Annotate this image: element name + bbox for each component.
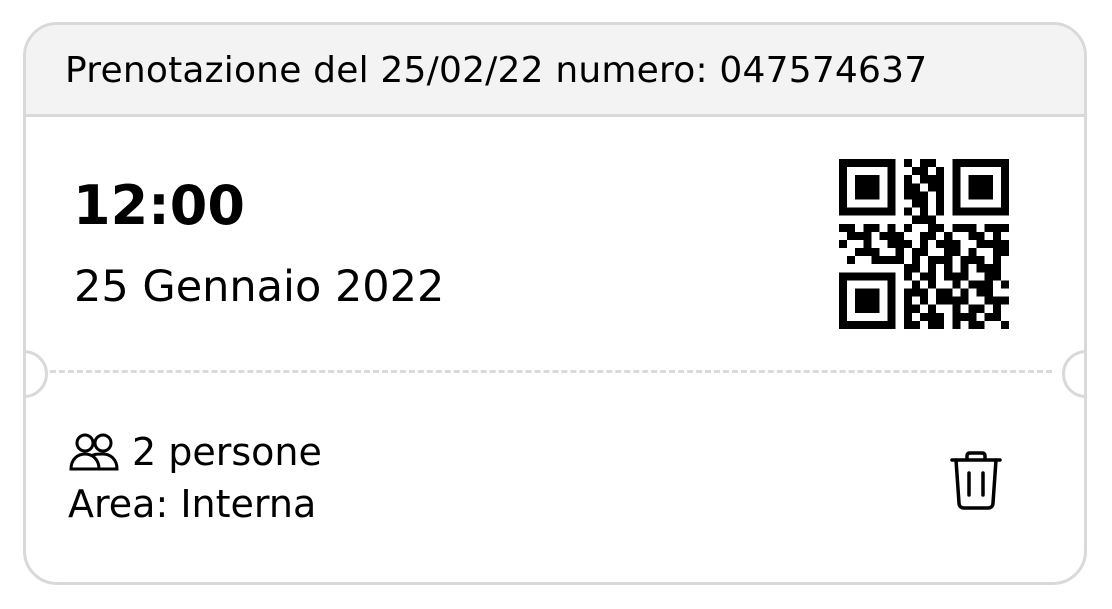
reservation-card: Prenotazione del 25/02/22 numero: 047574… (23, 22, 1087, 585)
reservation-date: 25 Gennaio 2022 (74, 262, 445, 312)
people-row: 2 persone (68, 428, 322, 476)
ticket-divider (41, 370, 1052, 373)
people-count: 2 persone (132, 430, 322, 474)
people-icon (69, 433, 119, 471)
qr-code (839, 159, 1009, 329)
reservation-time: 12:00 (73, 174, 245, 237)
delete-reservation-button[interactable] (947, 451, 1005, 511)
ticket-notch-right (1062, 350, 1084, 398)
reservation-header: Prenotazione del 25/02/22 numero: 047574… (26, 25, 1084, 117)
reservation-header-text: Prenotazione del 25/02/22 numero: 047574… (65, 50, 928, 91)
reservation-area: Area: Interna (68, 482, 317, 526)
ticket-notch-left (26, 350, 48, 398)
trash-icon (950, 451, 1002, 510)
